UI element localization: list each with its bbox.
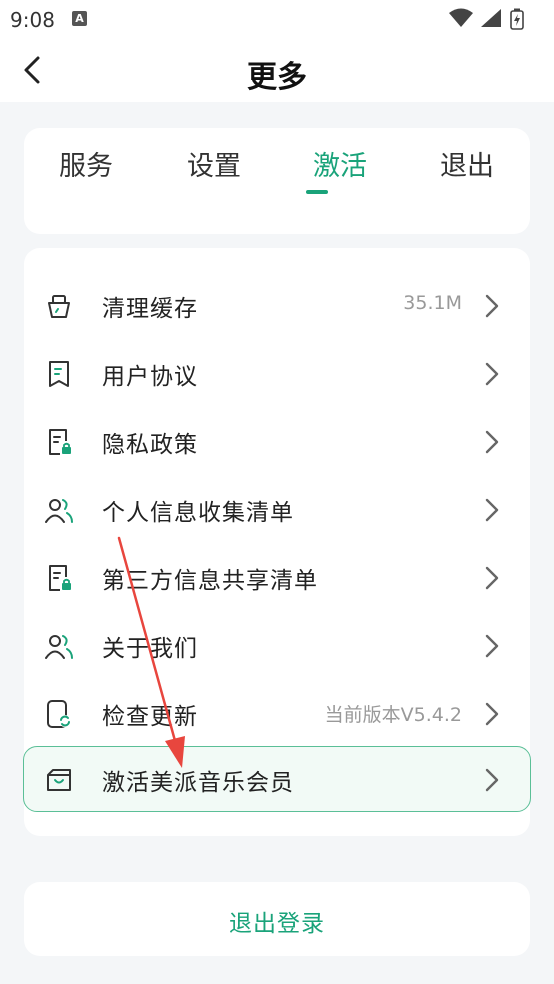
chevron-right-icon bbox=[485, 294, 499, 318]
status-bar: 9:08 A bbox=[0, 0, 554, 38]
menu-item-privacy-policy[interactable]: 隐私政策 bbox=[24, 409, 530, 473]
current-version-value: 当前版本V5.4.2 bbox=[324, 704, 462, 726]
tab-activate[interactable]: 激活 bbox=[280, 144, 400, 188]
menu-item-activate-membership[interactable]: 激活美派音乐会员 bbox=[23, 746, 531, 812]
menu-item-label: 第三方信息共享清单 bbox=[102, 568, 318, 594]
menu-item-label: 关于我们 bbox=[102, 636, 198, 662]
battery-icon bbox=[510, 8, 524, 30]
check-update-icon bbox=[47, 700, 71, 728]
status-icons bbox=[448, 8, 538, 30]
personal-info-icon bbox=[45, 499, 73, 523]
tab-exit[interactable]: 退出 bbox=[407, 144, 527, 188]
privacy-policy-icon bbox=[49, 429, 71, 455]
agreement-icon bbox=[49, 361, 69, 387]
about-us-icon bbox=[45, 635, 73, 659]
menu-item-about-us[interactable]: 关于我们 bbox=[24, 613, 530, 677]
logout-label: 退出登录 bbox=[229, 911, 325, 937]
menu-item-label: 用户协议 bbox=[102, 364, 198, 390]
cache-size-value: 35.1M bbox=[403, 292, 462, 314]
chevron-right-icon bbox=[485, 566, 499, 590]
menu-item-user-agreement[interactable]: 用户协议 bbox=[24, 341, 530, 405]
menu-list: 清理缓存 35.1M 用户协议 隐私政策 个人信息收集清单 第三方信息共享清单 … bbox=[23, 248, 531, 836]
menu-item-third-party-share-list[interactable]: 第三方信息共享清单 bbox=[24, 545, 530, 609]
menu-item-label: 清理缓存 bbox=[102, 296, 198, 322]
menu-item-label: 个人信息收集清单 bbox=[102, 500, 294, 526]
chevron-right-icon bbox=[485, 768, 499, 792]
third-party-share-icon bbox=[49, 565, 71, 591]
wifi-icon bbox=[449, 8, 473, 27]
menu-item-clear-cache[interactable]: 清理缓存 35.1M bbox=[24, 273, 530, 337]
menu-item-label: 隐私政策 bbox=[102, 432, 198, 458]
header: 更多 bbox=[0, 38, 554, 102]
menu-item-personal-info-list[interactable]: 个人信息收集清单 bbox=[24, 477, 530, 541]
status-time: 9:08 bbox=[10, 8, 55, 32]
tab-settings[interactable]: 设置 bbox=[154, 144, 274, 188]
chevron-right-icon bbox=[485, 362, 499, 386]
activate-membership-icon bbox=[47, 769, 71, 791]
menu-item-check-update[interactable]: 检查更新 当前版本V5.4.2 bbox=[24, 681, 530, 745]
active-tab-indicator bbox=[306, 190, 328, 194]
chevron-right-icon bbox=[485, 702, 499, 726]
menu-item-label: 激活美派音乐会员 bbox=[102, 770, 294, 796]
tabs-card: 服务 设置 激活 退出 bbox=[24, 128, 530, 234]
notification-badge-icon: A bbox=[72, 11, 87, 26]
logout-button[interactable]: 退出登录 bbox=[24, 882, 530, 956]
page-title: 更多 bbox=[247, 60, 307, 95]
chevron-right-icon bbox=[485, 430, 499, 454]
clear-cache-icon bbox=[48, 295, 70, 318]
menu-item-label: 检查更新 bbox=[102, 704, 198, 730]
signal-icon bbox=[481, 9, 501, 27]
tab-service[interactable]: 服务 bbox=[26, 144, 146, 188]
chevron-right-icon bbox=[485, 634, 499, 658]
chevron-right-icon bbox=[485, 498, 499, 522]
